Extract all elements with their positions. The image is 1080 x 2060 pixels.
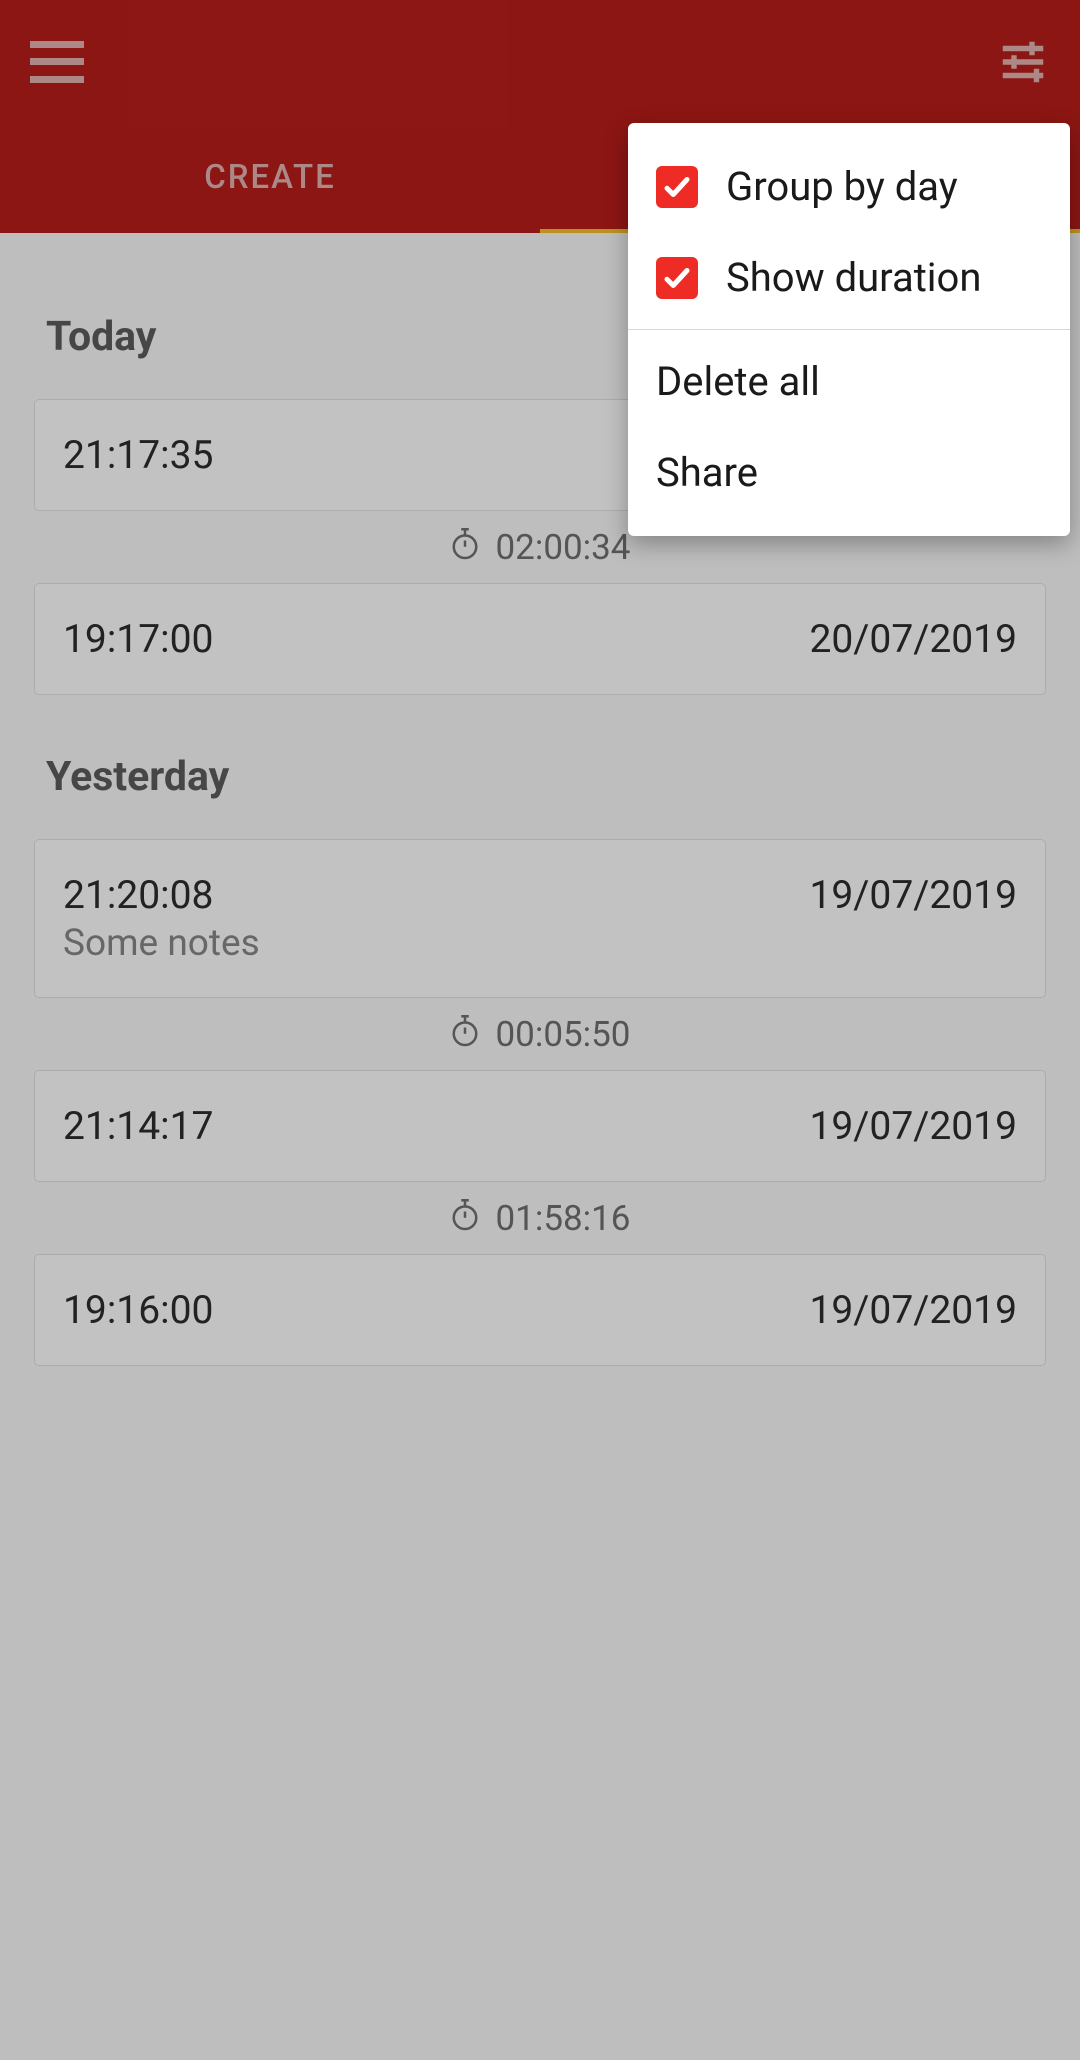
popup-share[interactable]: Share: [628, 427, 1070, 518]
popup-delete-all[interactable]: Delete all: [628, 336, 1070, 427]
options-popup: Group by day Show duration Delete all Sh…: [628, 123, 1070, 536]
popup-label: Delete all: [656, 358, 820, 405]
popup-show-duration[interactable]: Show duration: [628, 232, 1070, 323]
checkbox-checked-icon: [656, 166, 698, 208]
popup-label: Show duration: [726, 254, 981, 301]
popup-label: Share: [656, 449, 758, 496]
popup-group-by-day[interactable]: Group by day: [628, 141, 1070, 232]
checkbox-checked-icon: [656, 257, 698, 299]
popup-label: Group by day: [726, 163, 958, 210]
popup-divider: [628, 329, 1070, 330]
